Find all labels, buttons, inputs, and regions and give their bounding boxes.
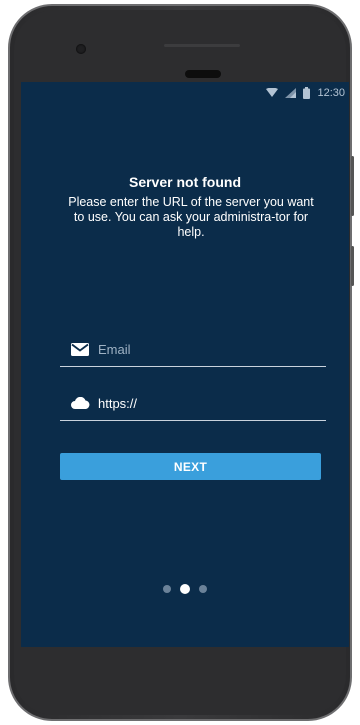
next-button[interactable]: NEXT (60, 453, 321, 480)
status-time: 12:30 (317, 87, 345, 99)
battery-icon (303, 87, 311, 99)
front-camera (76, 44, 86, 54)
email-field[interactable] (60, 332, 326, 367)
signal-icon (285, 88, 297, 98)
status-bar: 12:30 (266, 84, 345, 102)
page-title: Server not found (128, 174, 241, 190)
earpiece-grille (164, 44, 240, 47)
page-indicator (21, 584, 349, 594)
page-dot[interactable] (199, 585, 207, 593)
page-dot-active[interactable] (180, 584, 190, 594)
cloud-icon (70, 395, 90, 411)
speaker (185, 70, 221, 78)
wifi-icon (266, 88, 279, 98)
page-dot[interactable] (163, 585, 171, 593)
volume-button (351, 156, 354, 216)
app-screen: 12:30 Server not found Please enter the … (21, 82, 349, 647)
server-url-input[interactable] (90, 388, 326, 418)
envelope-icon (70, 341, 90, 357)
page-description: Please enter the URL of the server you w… (68, 195, 314, 239)
server-url-field[interactable] (60, 386, 326, 421)
email-input[interactable] (90, 334, 326, 364)
power-button (351, 246, 354, 286)
